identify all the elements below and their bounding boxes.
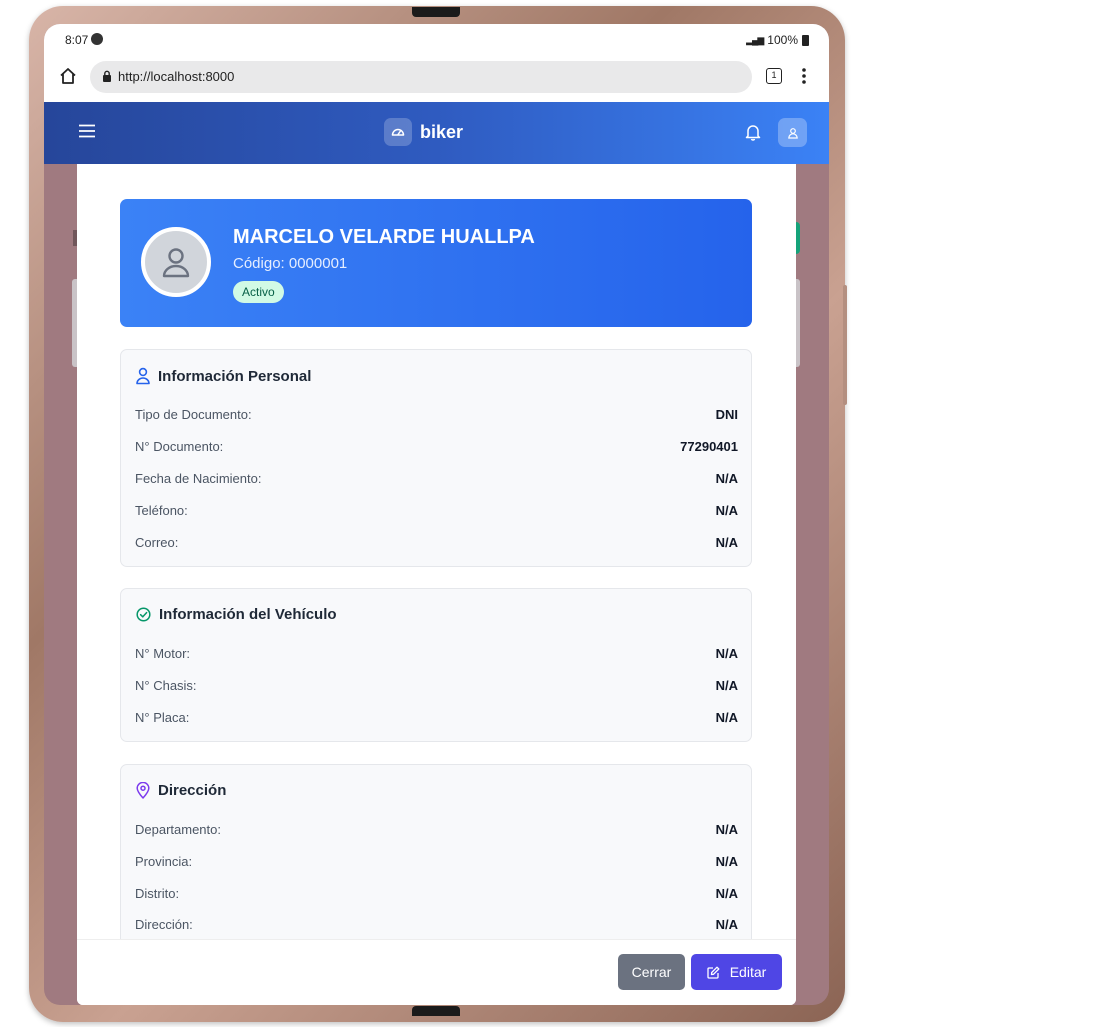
user-icon bbox=[787, 127, 798, 139]
bell-icon[interactable] bbox=[745, 123, 761, 141]
row-value: N/A bbox=[715, 471, 738, 486]
info-row-district: Distrito: N/A bbox=[135, 886, 738, 906]
edit-icon bbox=[707, 966, 720, 979]
speedometer-icon bbox=[384, 118, 412, 146]
info-row-birth-date: Fecha de Nacimiento: N/A bbox=[135, 471, 738, 491]
row-value: N/A bbox=[715, 678, 738, 693]
user-icon bbox=[162, 248, 190, 278]
section-title: Información Personal bbox=[158, 367, 312, 385]
row-label: N° Documento: bbox=[135, 439, 224, 454]
check-circle-icon bbox=[136, 607, 151, 622]
section-title: Dirección bbox=[158, 782, 227, 799]
tabs-icon[interactable]: 1 bbox=[766, 68, 782, 84]
info-row-email: Correo: N/A bbox=[135, 535, 738, 555]
address-section: Dirección Departamento: N/A Provincia: N… bbox=[120, 764, 752, 939]
app-header: biker bbox=[44, 102, 829, 164]
status-indicators: ▂▄▆ 100% bbox=[746, 33, 809, 47]
modal-body[interactable]: MARCELO VELARDE HUALLPA Código: 0000001 … bbox=[77, 164, 796, 939]
battery-icon bbox=[802, 34, 809, 46]
edit-button-label: Editar bbox=[729, 964, 767, 980]
row-value: N/A bbox=[715, 886, 738, 901]
info-row-motor: N° Motor: N/A bbox=[135, 646, 738, 666]
avatar bbox=[141, 227, 211, 297]
status-bar: 8:07 ▂▄▆ 100% bbox=[44, 24, 829, 56]
url-text: http://localhost:8000 bbox=[118, 69, 235, 84]
section-header: Información Personal bbox=[136, 367, 311, 385]
section-title: Información del Vehículo bbox=[159, 606, 337, 623]
info-row-department: Departamento: N/A bbox=[135, 822, 738, 842]
row-label: Teléfono: bbox=[135, 503, 188, 518]
device-hinge-bottom bbox=[412, 1006, 460, 1016]
row-label: Distrito: bbox=[135, 886, 180, 901]
vehicle-info-section: Información del Vehículo N° Motor: N/A N… bbox=[120, 588, 752, 742]
brand-name: biker bbox=[420, 121, 464, 142]
row-value: N/A bbox=[715, 822, 738, 837]
kebab-icon[interactable] bbox=[801, 67, 807, 85]
status-badge: Activo bbox=[233, 281, 284, 303]
row-label: Fecha de Nacimiento: bbox=[135, 471, 262, 486]
row-label: Tipo de Documento: bbox=[135, 407, 252, 422]
row-label: Provincia: bbox=[135, 854, 193, 869]
home-icon[interactable] bbox=[58, 66, 78, 86]
info-row-province: Provincia: N/A bbox=[135, 854, 738, 874]
row-label: N° Motor: bbox=[135, 646, 191, 661]
map-pin-icon bbox=[136, 782, 150, 799]
brand-logo[interactable]: biker bbox=[384, 118, 463, 146]
spotify-icon bbox=[91, 33, 103, 45]
section-header: Dirección bbox=[136, 782, 226, 799]
profile-name: MARCELO VELARDE HUALLPA bbox=[233, 226, 535, 248]
row-label: N° Chasis: bbox=[135, 678, 197, 693]
info-row-address: Dirección: N/A bbox=[135, 917, 738, 937]
row-value: N/A bbox=[715, 646, 738, 661]
row-label: N° Placa: bbox=[135, 710, 190, 725]
row-value: N/A bbox=[715, 535, 738, 550]
signal-icon: ▂▄▆ bbox=[746, 34, 764, 45]
row-label: Departamento: bbox=[135, 822, 221, 837]
info-row-phone: Teléfono: N/A bbox=[135, 503, 738, 523]
section-header: Información del Vehículo bbox=[136, 606, 337, 623]
battery-percentage: 100% bbox=[767, 33, 798, 47]
address-bar[interactable]: http://localhost:8000 bbox=[90, 61, 752, 93]
menu-icon[interactable] bbox=[79, 124, 95, 138]
info-row-chassis: N° Chasis: N/A bbox=[135, 678, 738, 698]
row-value: 77290401 bbox=[680, 439, 738, 454]
close-button[interactable]: Cerrar bbox=[618, 954, 685, 990]
row-value: N/A bbox=[715, 710, 738, 725]
user-icon bbox=[136, 367, 150, 385]
device-side-button bbox=[843, 285, 847, 405]
browser-toolbar: http://localhost:8000 1 bbox=[44, 56, 829, 102]
row-value: N/A bbox=[715, 854, 738, 869]
status-time: 8:07 bbox=[65, 33, 89, 47]
info-row-document-type: Tipo de Documento: DNI bbox=[135, 407, 738, 427]
row-label: Correo: bbox=[135, 535, 179, 550]
biker-detail-modal: MARCELO VELARDE HUALLPA Código: 0000001 … bbox=[77, 164, 796, 1005]
device-screen: 8:07 ▂▄▆ 100% http://localhost:8000 1 bi… bbox=[44, 24, 829, 1005]
info-row-document-number: N° Documento: 77290401 bbox=[135, 439, 738, 459]
modal-footer: Cerrar Editar bbox=[77, 939, 796, 1005]
row-value: N/A bbox=[715, 917, 738, 932]
info-row-plate: N° Placa: N/A bbox=[135, 710, 738, 730]
row-value: N/A bbox=[715, 503, 738, 518]
personal-info-section: Información Personal Tipo de Documento: … bbox=[120, 349, 752, 567]
profile-code: Código: 0000001 bbox=[233, 255, 348, 272]
device-hinge-top bbox=[412, 7, 460, 17]
row-value: DNI bbox=[715, 407, 738, 422]
row-label: Dirección: bbox=[135, 917, 193, 932]
edit-button[interactable]: Editar bbox=[691, 954, 782, 990]
profile-card: MARCELO VELARDE HUALLPA Código: 0000001 … bbox=[120, 199, 752, 327]
user-menu-button[interactable] bbox=[778, 118, 807, 147]
lock-icon bbox=[103, 70, 111, 82]
